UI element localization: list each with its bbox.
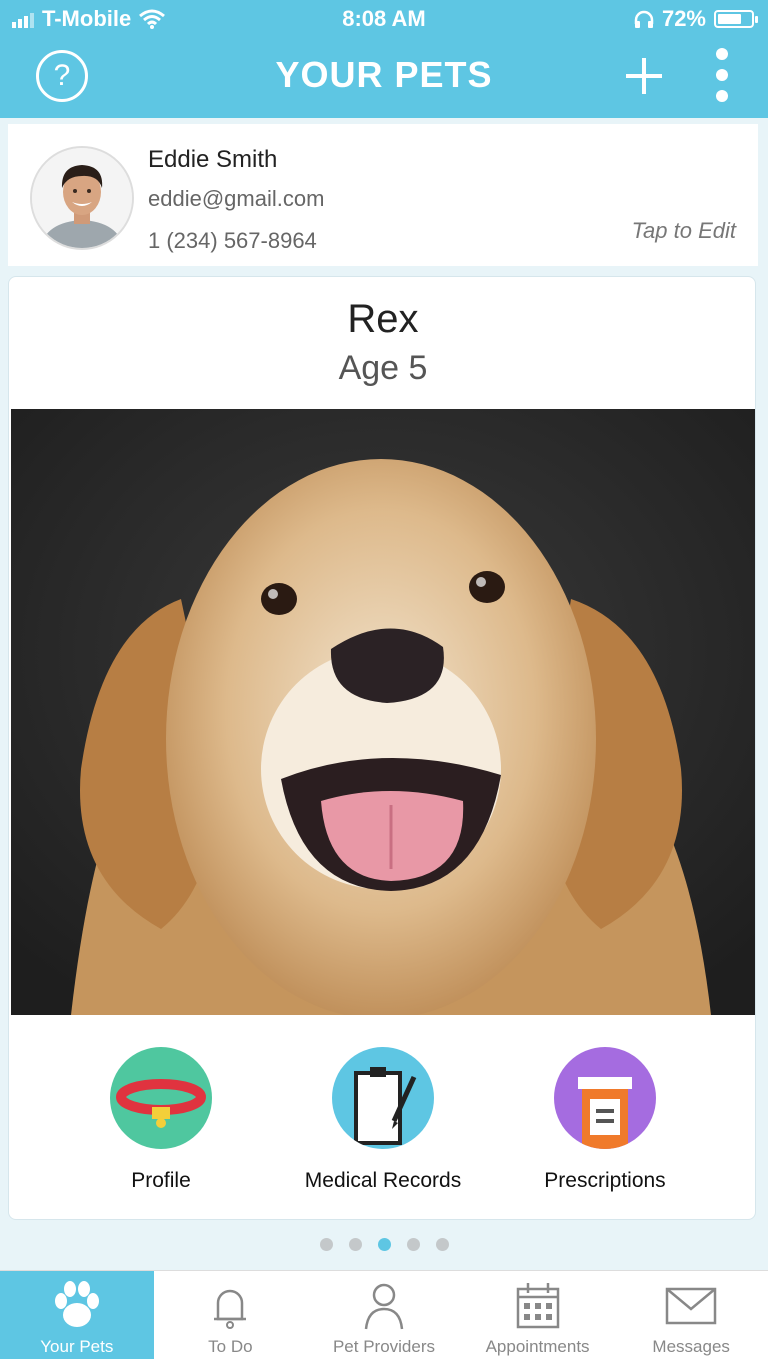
tab-label: Messages — [652, 1337, 730, 1356]
status-bar: T-Mobile 8:08 AM 72% — [0, 0, 768, 36]
page-dot[interactable] — [319, 1238, 333, 1251]
tab-appointments[interactable]: Appointments — [461, 1271, 615, 1359]
tab-messages[interactable]: Messages — [614, 1271, 768, 1359]
pill-bottle-icon — [554, 1047, 656, 1149]
envelope-icon — [665, 1287, 717, 1325]
tab-label: Appointments — [485, 1337, 590, 1356]
page-dot[interactable] — [377, 1238, 391, 1251]
tab-pet-providers[interactable]: Pet Providers — [307, 1271, 461, 1359]
headphones-icon — [634, 10, 654, 28]
user-email: eddie@gmail.com — [148, 186, 325, 211]
user-card[interactable]: Eddie Smith eddie@gmail.com 1 (234) 567-… — [8, 124, 758, 266]
pet-card[interactable]: Rex Age 5 Profile Medical Records Prescr… — [8, 276, 756, 1220]
medical-records-action[interactable]: Medical Records — [273, 1047, 493, 1193]
tab-label: Pet Providers — [332, 1337, 435, 1356]
pet-name: Rex — [347, 297, 419, 341]
dog-photo — [11, 409, 755, 1015]
clipboard-icon — [332, 1047, 434, 1149]
user-phone: 1 (234) 567-8964 — [148, 228, 317, 253]
profile-label: Profile — [131, 1169, 191, 1192]
medical-records-label: Medical Records — [304, 1169, 462, 1192]
battery-icon — [714, 10, 758, 28]
more-options-button[interactable] — [712, 48, 732, 106]
tab-label: To Do — [208, 1337, 253, 1356]
avatar — [30, 146, 134, 250]
page-dot[interactable] — [406, 1238, 420, 1251]
bell-icon — [214, 1289, 247, 1329]
collar-icon — [110, 1047, 212, 1149]
nav-bar: ? YOUR PETS — [0, 36, 768, 118]
pet-age: Age 5 — [338, 349, 428, 387]
status-right: 72% — [634, 6, 758, 32]
person-icon — [364, 1283, 404, 1330]
user-photo — [32, 148, 132, 248]
pet-photo[interactable] — [11, 409, 755, 1015]
profile-action[interactable]: Profile — [51, 1047, 271, 1193]
prescriptions-action[interactable]: Prescriptions — [495, 1047, 715, 1193]
battery-label: 72% — [661, 6, 706, 31]
tab-label: Your Pets — [40, 1337, 114, 1356]
add-pet-button[interactable] — [626, 58, 662, 94]
page-indicator[interactable] — [0, 1238, 768, 1251]
page-dot[interactable] — [348, 1238, 362, 1251]
prescriptions-label: Prescriptions — [544, 1169, 666, 1192]
tab-to-do[interactable]: To Do — [154, 1271, 308, 1359]
page-dot[interactable] — [435, 1238, 449, 1251]
pet-actions: Profile Medical Records Prescriptions — [9, 1015, 755, 1219]
tab-bar: Your Pets To Do Pet Providers Appointmen… — [0, 1270, 768, 1359]
calendar-icon — [516, 1283, 559, 1329]
tab-your-pets[interactable]: Your Pets — [0, 1271, 154, 1359]
paw-icon — [54, 1281, 99, 1327]
user-name: Eddie Smith — [148, 146, 278, 173]
tap-to-edit-hint[interactable]: Tap to Edit — [632, 218, 736, 244]
